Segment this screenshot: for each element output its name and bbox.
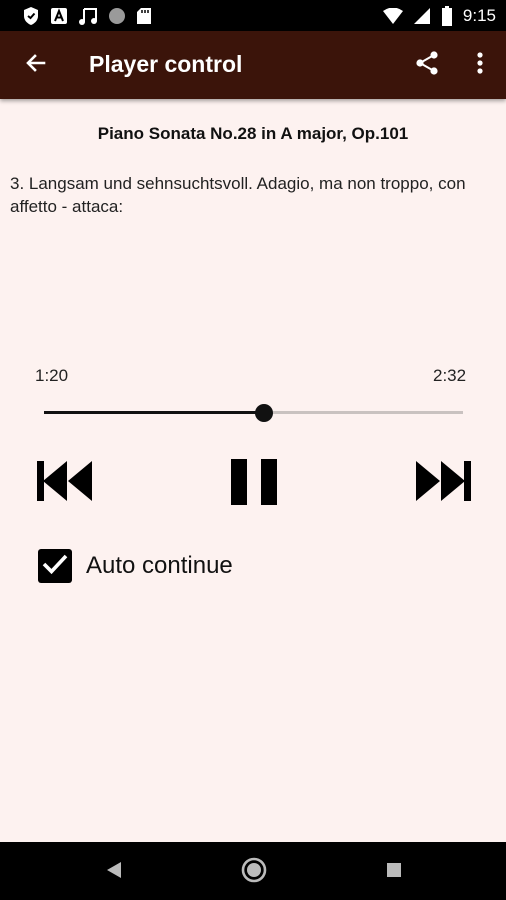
status-right-icons: 9:15 — [382, 5, 496, 26]
movement-title: 3. Langsam und sehnsuchtsvoll. Adagio, m… — [10, 174, 466, 216]
back-arrow-icon — [24, 51, 48, 79]
battery-icon — [441, 5, 453, 26]
work-title: Piano Sonata No.28 in A major, Op.101 — [97, 124, 409, 143]
more-options-button[interactable] — [458, 43, 502, 87]
player-control-screen: 9:15 Player control Piano Sonata No.28 i… — [0, 0, 506, 900]
current-time: 1:20 — [35, 366, 69, 385]
back-triangle-icon — [105, 860, 123, 884]
auto-continue-row[interactable]: Auto continue — [38, 548, 233, 584]
more-vert-icon — [476, 51, 484, 79]
status-time: 9:15 — [462, 5, 496, 25]
total-time: 2:32 — [433, 366, 467, 385]
seek-thumb[interactable] — [255, 404, 274, 422]
nav-home-button[interactable] — [238, 856, 270, 888]
auto-continue-label: Auto continue — [86, 552, 233, 579]
home-circle-icon — [240, 856, 268, 888]
sd-card-icon — [136, 7, 152, 25]
music-note-icon — [78, 6, 98, 26]
app-bar: Player control — [0, 31, 506, 99]
nav-recents-button[interactable] — [378, 856, 410, 888]
next-button[interactable] — [414, 460, 472, 506]
skip-next-icon — [414, 460, 472, 506]
status-left-icons — [22, 6, 152, 26]
back-button[interactable] — [14, 43, 58, 87]
share-icon — [414, 50, 440, 80]
seek-progress — [44, 411, 265, 414]
auto-continue-checkbox[interactable] — [38, 549, 72, 583]
checkmark-icon — [42, 553, 68, 579]
seek-slider[interactable] — [44, 401, 463, 425]
share-button[interactable] — [405, 43, 449, 87]
signal-icon — [413, 7, 431, 25]
pause-icon — [229, 457, 279, 511]
wifi-icon — [382, 7, 403, 24]
page-title: Player control — [89, 51, 243, 77]
pause-button[interactable] — [229, 459, 279, 509]
nav-back-button[interactable] — [98, 856, 130, 888]
shield-icon — [22, 6, 40, 26]
circle-icon — [108, 7, 126, 25]
a-box-icon — [50, 7, 68, 25]
status-bar: 9:15 — [0, 0, 506, 31]
skip-previous-icon — [36, 460, 94, 506]
recents-square-icon — [385, 861, 403, 883]
previous-button[interactable] — [36, 460, 94, 506]
navigation-bar — [0, 842, 506, 900]
